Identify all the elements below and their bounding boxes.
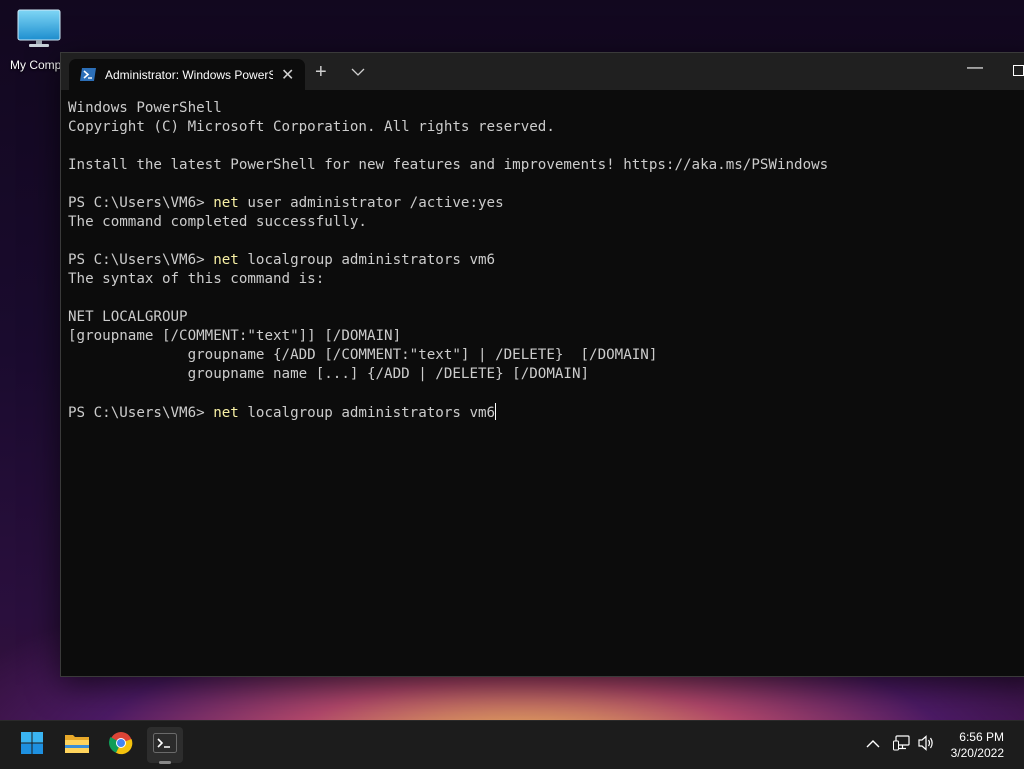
console-line: The syntax of this command is: bbox=[68, 270, 1024, 289]
close-tab-icon[interactable]: ✕ bbox=[281, 65, 294, 85]
computer-monitor-icon bbox=[17, 8, 61, 48]
start-button[interactable] bbox=[14, 727, 50, 763]
console-line: groupname name [...] {/ADD | /DELETE} [/… bbox=[68, 365, 1024, 384]
console-line: NET LOCALGROUP bbox=[68, 308, 1024, 327]
console-text: groupname {/ADD [/COMMENT:"text"] | /DEL… bbox=[68, 347, 658, 363]
command-args: localgroup administrators vm6 bbox=[238, 405, 496, 421]
command-name: net bbox=[213, 252, 239, 268]
system-clock[interactable]: 6:56 PM 3/20/2022 bbox=[951, 729, 1004, 761]
chrome-button[interactable] bbox=[103, 727, 139, 763]
tab-title: Administrator: Windows PowerS bbox=[105, 67, 273, 82]
prompt: PS C:\Users\VM6> bbox=[68, 195, 214, 211]
clock-date: 3/20/2022 bbox=[950, 746, 1004, 760]
text-cursor bbox=[495, 403, 497, 420]
command-args: user administrator /active:yes bbox=[238, 195, 504, 211]
terminal-button[interactable] bbox=[147, 727, 183, 764]
console-line: Install the latest PowerShell for new fe… bbox=[68, 156, 1024, 175]
chevron-up-icon[interactable] bbox=[866, 736, 880, 754]
prompt: PS C:\Users\VM6> bbox=[68, 252, 214, 268]
console-line: Windows PowerShell bbox=[68, 99, 1024, 118]
title-bar[interactable]: Administrator: Windows PowerS ✕ + — bbox=[61, 53, 1024, 90]
folder-icon bbox=[64, 732, 90, 759]
console-text: groupname name [...] {/ADD | /DELETE} [/… bbox=[68, 366, 590, 382]
powershell-icon bbox=[80, 68, 96, 81]
console-output[interactable]: Windows PowerShell Copyright (C) Microsof… bbox=[68, 99, 1024, 422]
console-text: The command completed successfully. bbox=[68, 214, 367, 230]
console-line: [groupname [/COMMENT:"text"]] [/DOMAIN] bbox=[68, 327, 1024, 346]
command-name: net bbox=[213, 195, 239, 211]
console-line: Copyright (C) Microsoft Corporation. All… bbox=[68, 118, 1024, 137]
volume-icon[interactable] bbox=[918, 735, 936, 756]
console-text: [groupname [/COMMENT:"text"]] [/DOMAIN] bbox=[68, 328, 402, 344]
chevron-down-icon[interactable] bbox=[351, 64, 365, 76]
console-line: groupname {/ADD [/COMMENT:"text"] | /DEL… bbox=[68, 346, 1024, 365]
taskbar: 6:56 PM 3/20/2022 bbox=[0, 720, 1024, 769]
console-text: Copyright (C) Microsoft Corporation. All… bbox=[68, 119, 555, 135]
terminal-window[interactable]: Administrator: Windows PowerS ✕ + — Wind… bbox=[60, 52, 1024, 677]
console-text: Install the latest PowerShell for new fe… bbox=[68, 157, 829, 173]
file-explorer-button[interactable] bbox=[59, 727, 95, 763]
chrome-icon bbox=[108, 731, 133, 760]
new-tab-button[interactable]: + bbox=[315, 61, 327, 84]
console-command-line: PS C:\Users\VM6> net localgroup administ… bbox=[68, 403, 1024, 422]
command-name: net bbox=[213, 405, 239, 421]
tab-powershell[interactable]: Administrator: Windows PowerS ✕ bbox=[69, 59, 305, 90]
clock-time: 6:56 PM bbox=[959, 730, 1004, 744]
command-args: localgroup administrators vm6 bbox=[238, 252, 496, 268]
prompt: PS C:\Users\VM6> bbox=[68, 405, 214, 421]
network-icon[interactable] bbox=[893, 735, 911, 756]
terminal-icon bbox=[153, 732, 177, 758]
console-line: The command completed successfully. bbox=[68, 213, 1024, 232]
console-text: NET LOCALGROUP bbox=[68, 309, 188, 325]
maximize-button[interactable] bbox=[1013, 65, 1024, 76]
console-command-line: PS C:\Users\VM6> net localgroup administ… bbox=[68, 251, 1024, 270]
windows-start-icon bbox=[20, 731, 44, 760]
console-text: The syntax of this command is: bbox=[68, 271, 325, 287]
console-text: Windows PowerShell bbox=[68, 100, 222, 116]
minimize-button[interactable]: — bbox=[967, 59, 983, 77]
console-command-line: PS C:\Users\VM6> net user administrator … bbox=[68, 194, 1024, 213]
